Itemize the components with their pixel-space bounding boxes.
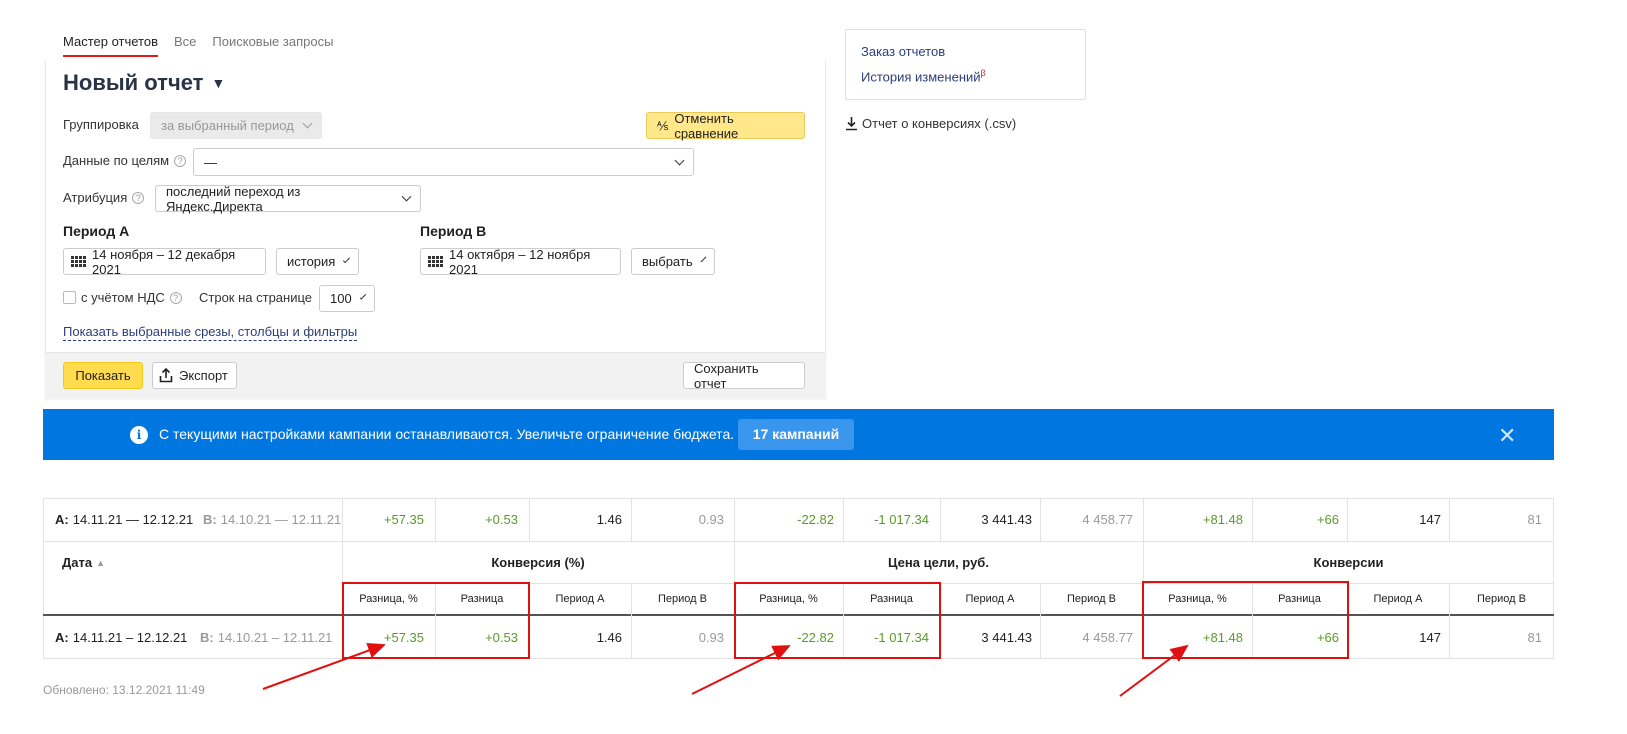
annotation-arrows [262, 642, 1189, 697]
arrow-goal-cost [691, 645, 791, 695]
updated-timestamp: Обновлено: 13.12.2021 11:49 [43, 683, 205, 697]
arrow-conversions [1119, 644, 1189, 697]
arrow-conversion [262, 642, 386, 690]
